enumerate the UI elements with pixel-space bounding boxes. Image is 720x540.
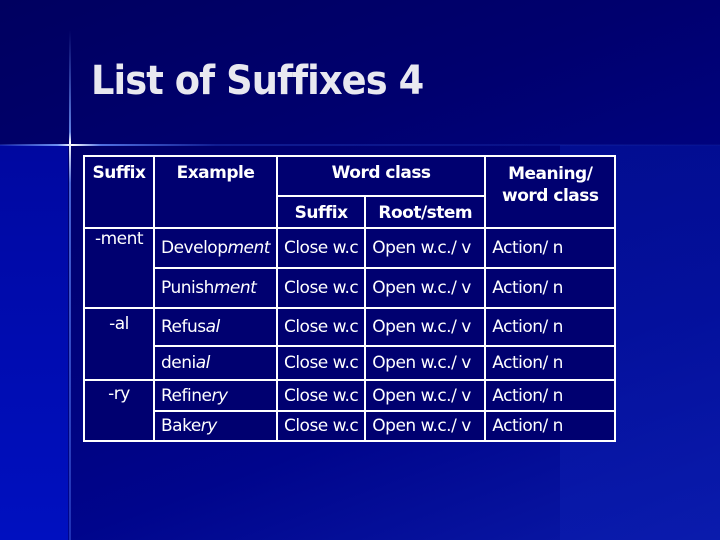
table-row: denial Close w.c Open w.c./ v Action/ n — [84, 345, 617, 381]
meaning-cell: Action/ n — [484, 410, 617, 442]
example-cell: Punishment — [153, 267, 278, 309]
example-stem: Refine — [161, 385, 212, 406]
meaning-cell: Action/ n — [484, 345, 617, 381]
root-class-cell: Open w.c./ v — [364, 267, 487, 309]
example-stem: Punish — [161, 278, 214, 298]
example-stem: deni — [161, 353, 196, 373]
table-row: -ment Development Close w.c Open w.c./ v… — [83, 227, 617, 309]
suffix-cell: -al — [83, 307, 155, 381]
example-cell: denial — [153, 345, 278, 381]
slide-title: List of Suffixes 4 — [91, 58, 424, 104]
example-cell: Bakery — [153, 410, 278, 442]
example-suffix: ment — [227, 238, 270, 258]
header-word-class-root: Root/stem — [364, 195, 487, 229]
example-stem: Develop — [161, 238, 228, 258]
example-suffix: al — [195, 353, 211, 373]
root-class-cell: Open w.c./ v — [364, 227, 487, 269]
table-row: -ry Refinery Close w.c Open w.c./ v Acti… — [83, 379, 617, 442]
suffix-class-cell: Close w.c — [275, 410, 367, 442]
suffix-table: Suffix Example Word class Meaning/ word … — [83, 155, 617, 442]
root-class-cell: Open w.c./ v — [364, 345, 487, 381]
suffix-class-cell: Close w.c — [275, 379, 367, 412]
example-suffix: ry — [211, 385, 228, 406]
root-class-cell: Open w.c./ v — [364, 379, 487, 412]
meaning-cell: Action/ n — [484, 267, 617, 309]
suffix-class-cell: Close w.c — [275, 267, 367, 309]
example-stem: Bake — [161, 416, 201, 436]
decorative-horizontal-line — [0, 144, 720, 146]
header-word-class-suffix: Suffix — [275, 195, 367, 229]
meaning-cell: Action/ n — [484, 307, 617, 347]
example-suffix: al — [205, 317, 221, 337]
table-row: -al Refusal Close w.c Open w.c./ v Actio… — [83, 307, 617, 381]
example-cell: Refusal — [153, 307, 278, 347]
header-suffix: Suffix — [83, 155, 155, 229]
example-cell: Refinery — [153, 379, 278, 412]
example-suffix: ry — [200, 416, 218, 436]
suffix-class-cell: Close w.c — [275, 227, 367, 269]
suffix-class-cell: Close w.c — [275, 307, 367, 347]
header-row: Suffix Example Word class Meaning/ word … — [83, 155, 617, 229]
meaning-cell: Action/ n — [484, 227, 617, 269]
example-stem: Refus — [161, 317, 206, 337]
example-cell: Development — [153, 227, 278, 269]
suffix-cell: -ry — [83, 379, 155, 442]
left-accent-panel — [0, 145, 68, 540]
root-class-cell: Open w.c./ v — [364, 307, 487, 347]
header-example: Example — [153, 155, 278, 229]
suffix-cell: -ment — [83, 227, 155, 309]
table-row: Punishment Close w.c Open w.c./ v Action… — [84, 267, 617, 309]
example-suffix: ment — [213, 278, 257, 298]
header-word-class: Word class — [275, 155, 487, 197]
meaning-cell: Action/ n — [484, 379, 617, 412]
suffix-class-cell: Close w.c — [275, 345, 367, 381]
root-class-cell: Open w.c./ v — [364, 410, 487, 442]
table-row: Bakery Close w.c Open w.c./ v Action/ n — [84, 410, 617, 442]
header-meaning: Meaning/ word class — [484, 155, 617, 229]
decorative-vertical-line — [69, 30, 71, 540]
